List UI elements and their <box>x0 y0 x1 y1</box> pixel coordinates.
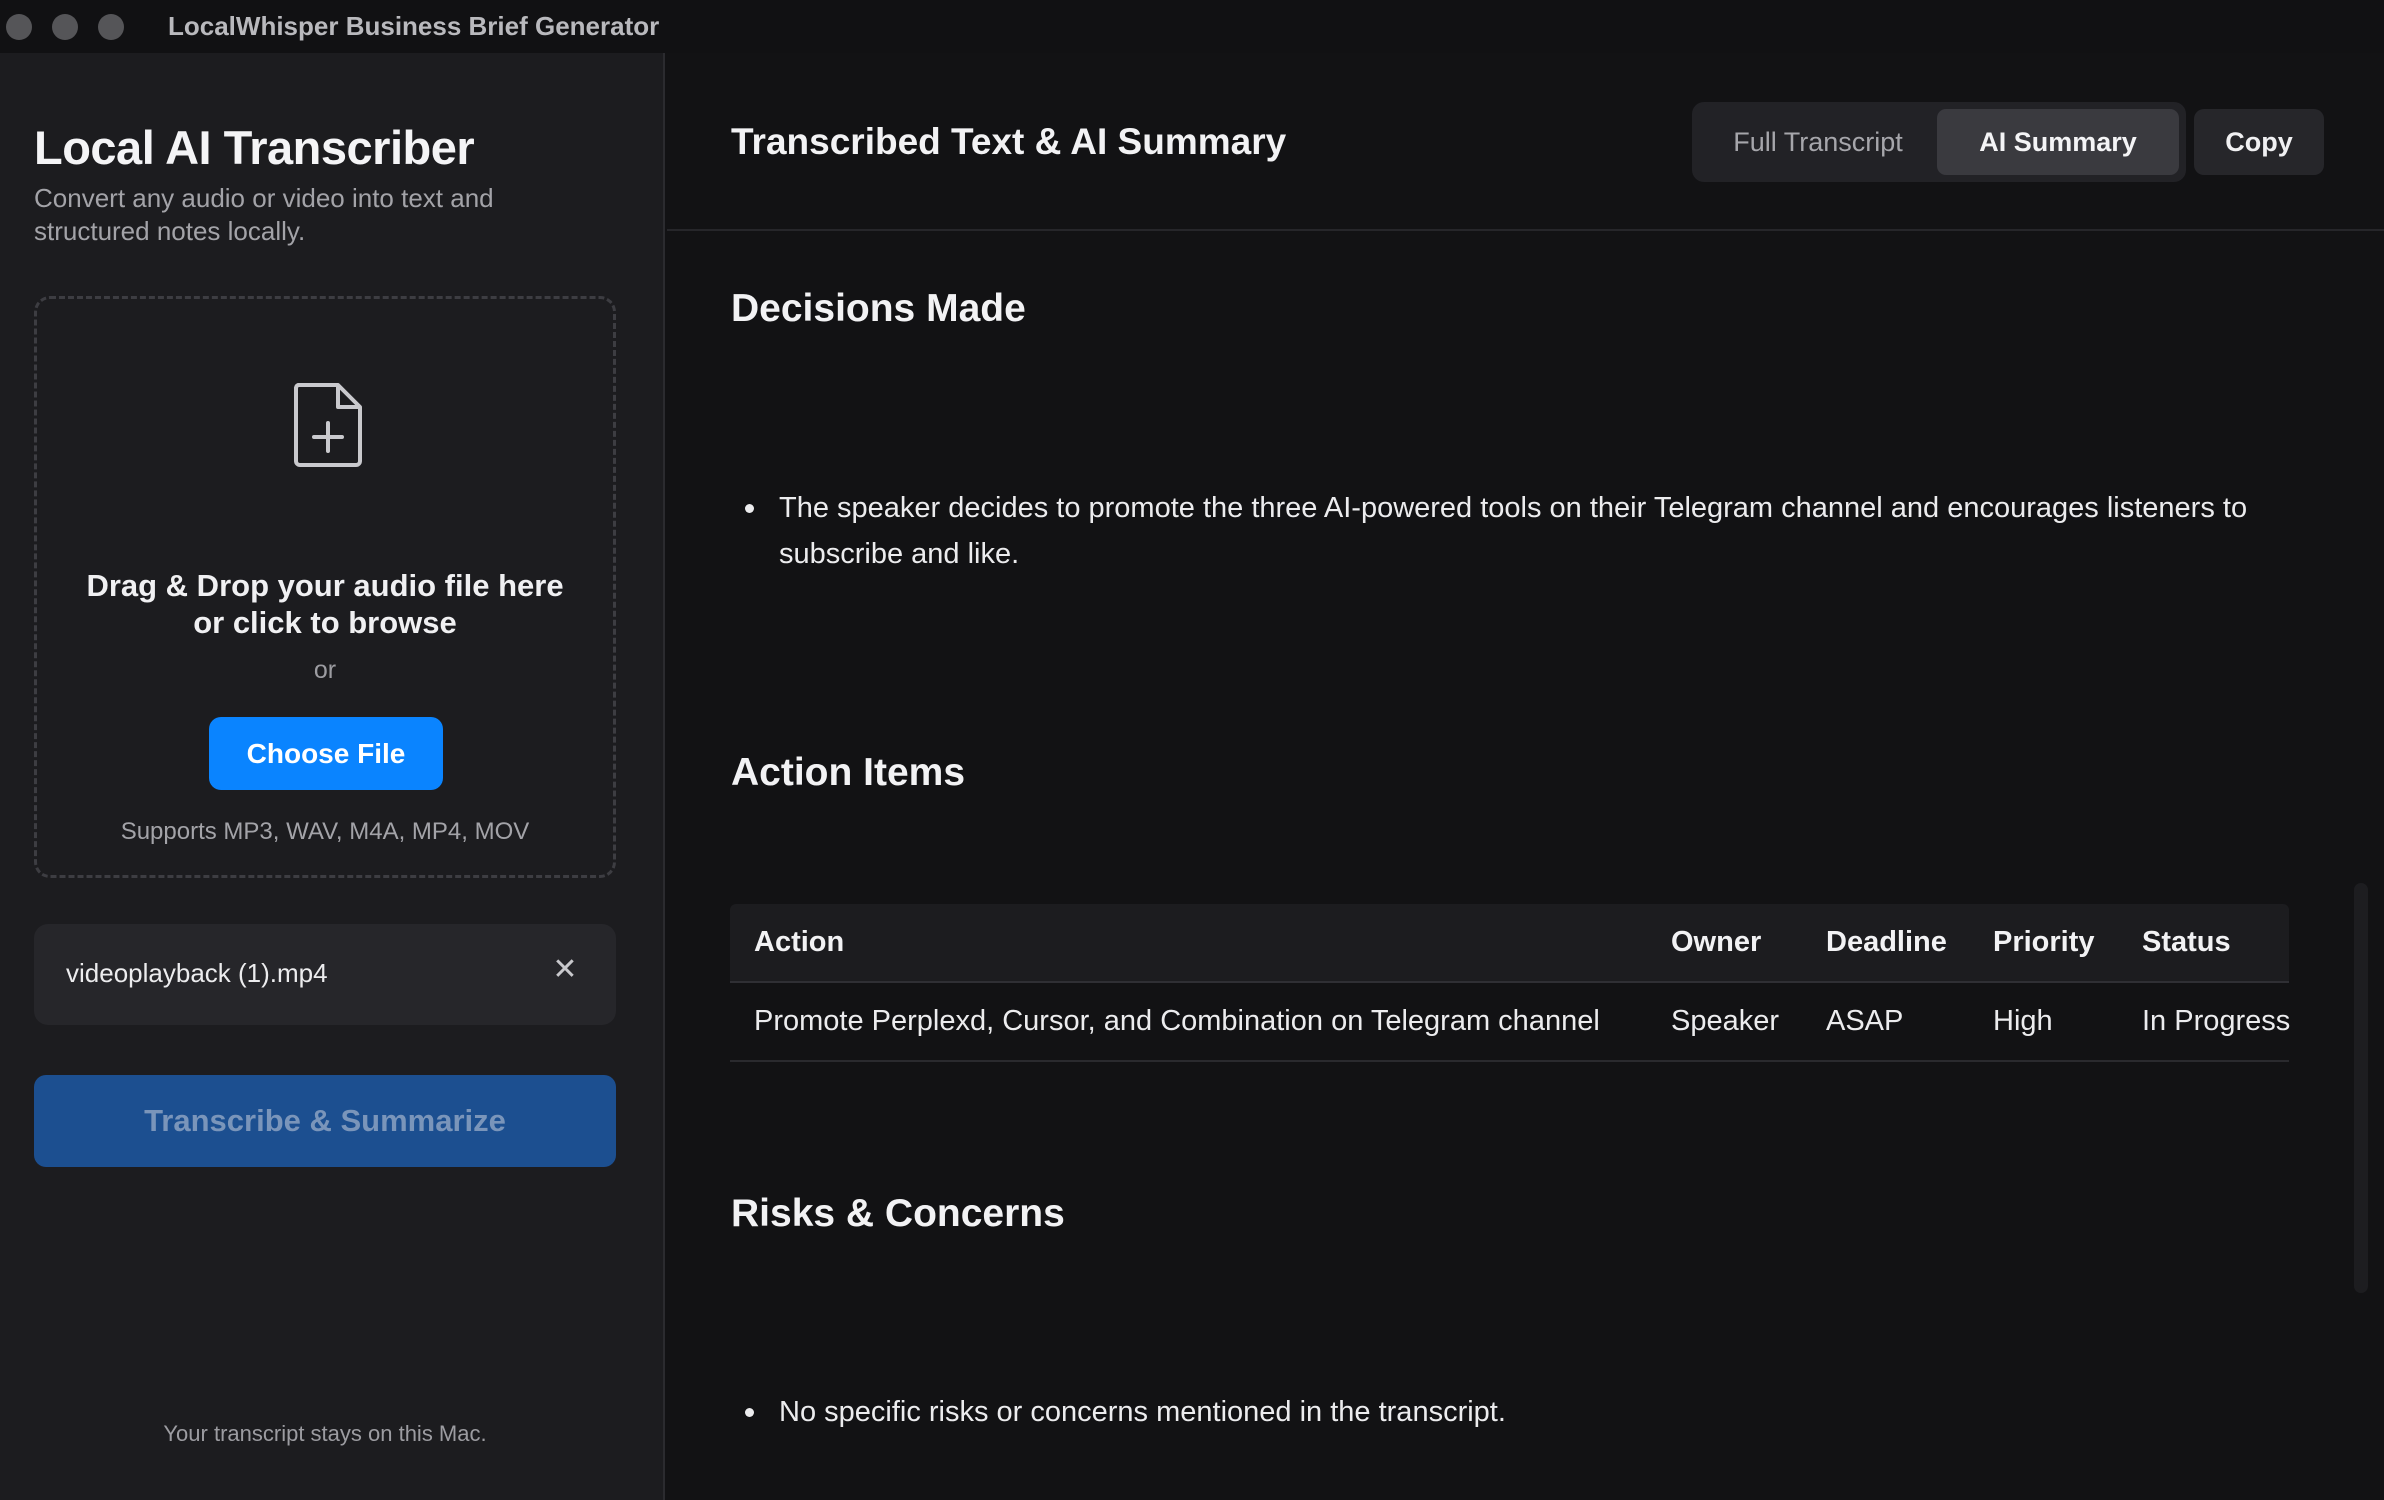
action-items-heading: Action Items <box>731 751 966 794</box>
copy-button[interactable]: Copy <box>2194 109 2324 175</box>
sidebar: Local AI Transcriber Convert any audio o… <box>0 53 665 1500</box>
dropzone-instructions: Drag & Drop your audio file here or clic… <box>37 567 613 641</box>
file-name: videoplayback (1).mp4 <box>66 958 328 988</box>
priority-cell: High <box>1993 1005 2053 1037</box>
file-dropzone[interactable]: Drag & Drop your audio file here or clic… <box>34 296 616 878</box>
table-row: Promote Perplexd, Cursor, and Combinatio… <box>730 983 2291 1062</box>
transcribe-summarize-button[interactable]: Transcribe & Summarize <box>34 1075 616 1167</box>
supported-formats: Supports MP3, WAV, M4A, MP4, MOV <box>120 818 530 845</box>
selected-file: videoplayback (1).mp4 ✕ <box>34 924 616 1025</box>
choose-file-button[interactable]: Choose File <box>209 717 443 790</box>
table-header: Action Owner Deadline Priority Status <box>730 904 2289 983</box>
view-segmented-control: Full Transcript AI Summary <box>1692 102 2186 182</box>
title-bar: LocalWhisper Business Brief Generator <box>0 0 2384 53</box>
action-cell: Promote Perplexd, Cursor, and Combinatio… <box>754 1005 1600 1037</box>
decision-item: The speaker decides to promote the three… <box>731 485 2291 577</box>
dropzone-line2: or click to browse <box>193 605 457 640</box>
window-title: LocalWhisper Business Brief Generator <box>168 11 660 41</box>
risk-item: No specific risks or concerns mentioned … <box>731 1389 2291 1435</box>
page-title: Transcribed Text & AI Summary <box>731 121 1287 162</box>
action-items-table: Action Owner Deadline Priority Status Pr… <box>730 904 2291 1062</box>
column-header-owner: Owner <box>1671 926 1762 958</box>
main-panel: Transcribed Text & AI Summary Full Trans… <box>667 53 2384 1500</box>
content-scrollbar[interactable] <box>2354 883 2368 1293</box>
column-header-priority: Priority <box>1993 926 2095 958</box>
app-window: LocalWhisper Business Brief Generator Lo… <box>0 0 2384 1500</box>
privacy-note: Your transcript stays on this Mac. <box>163 1421 487 1446</box>
tab-full-transcript[interactable]: Full Transcript <box>1699 109 1937 175</box>
dropzone-or: or <box>313 656 337 684</box>
dropzone-line1: Drag & Drop your audio file here <box>86 568 564 603</box>
tab-ai-summary[interactable]: AI Summary <box>1937 109 2179 175</box>
remove-file-icon[interactable]: ✕ <box>550 955 580 985</box>
app-title: Local AI Transcriber <box>34 121 475 174</box>
deadline-cell: ASAP <box>1826 1005 1904 1037</box>
zoom-window-button[interactable] <box>98 13 124 40</box>
column-header-deadline: Deadline <box>1826 926 1947 958</box>
window-controls <box>6 13 124 40</box>
risks-heading: Risks & Concerns <box>731 1192 1065 1235</box>
decisions-heading: Decisions Made <box>731 287 1026 330</box>
owner-cell: Speaker <box>1671 1005 1780 1037</box>
file-add-icon <box>293 383 362 467</box>
minimize-window-button[interactable] <box>52 13 78 40</box>
close-window-button[interactable] <box>6 13 32 40</box>
app-subtitle: Convert any audio or video into text and… <box>34 183 494 246</box>
column-header-status: Status <box>2142 926 2231 958</box>
column-header-action: Action <box>754 926 845 958</box>
main-header: Transcribed Text & AI Summary Full Trans… <box>667 53 2384 231</box>
status-cell: In Progress <box>2142 1005 2291 1037</box>
